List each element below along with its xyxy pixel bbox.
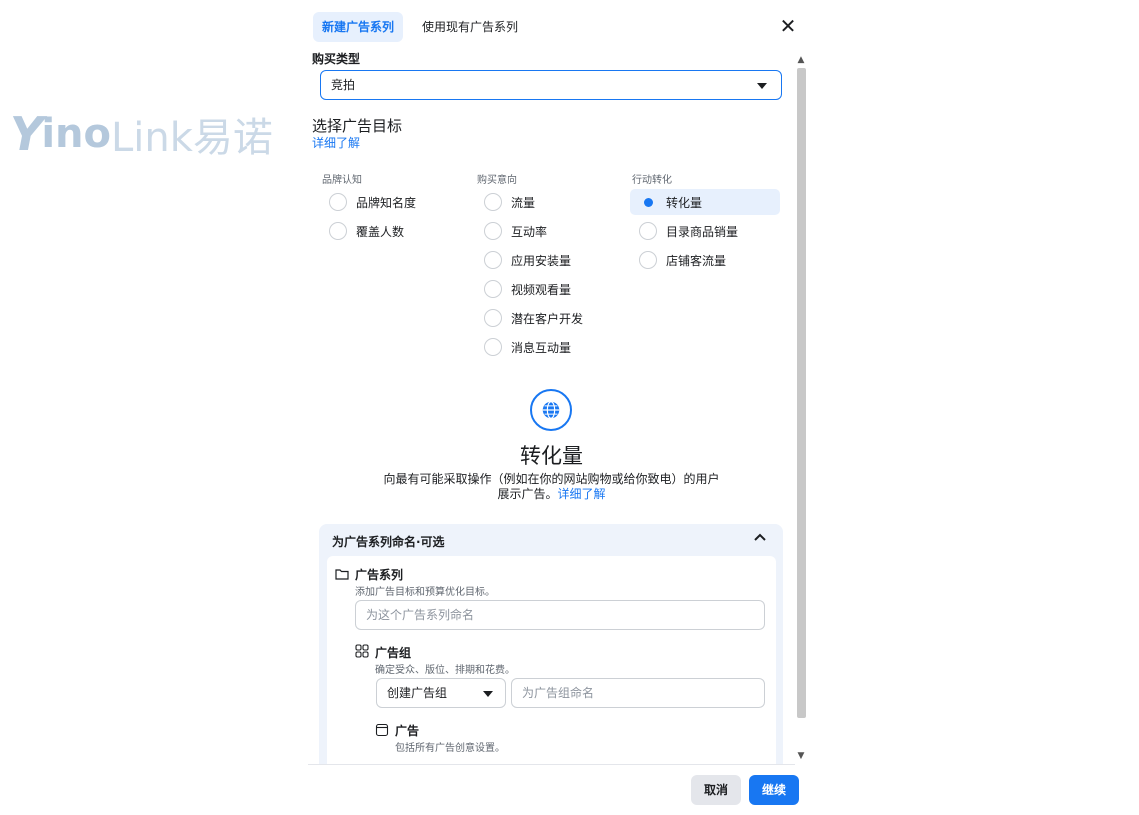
adset-row-subtitle: 确定受众、版位、排期和花费。 [375,665,515,676]
naming-card: 广告系列 添加广告目标和预算优化目标。 为这个广告系列命名 广告组 确定受众、版… [327,556,776,796]
grid-icon [355,644,369,658]
radio-selected-icon [639,193,657,211]
objective-option-video-views[interactable]: 视频观看量 [475,276,620,302]
radio-icon [329,222,347,240]
objective-option-conversions[interactable]: 转化量 [630,189,780,215]
campaign-row-subtitle: 添加广告目标和预算优化目标。 [355,587,495,598]
adset-name-input[interactable]: 为广告组命名 [511,678,765,708]
yinolink-watermark-logo: Yino Link易诺 [10,107,273,161]
ad-row-subtitle: 包括所有广告创意设置。 [395,743,505,754]
adset-mode-dropdown[interactable]: 创建广告组 [376,678,506,708]
objective-option-catalog-sales[interactable]: 目录商品销量 [630,218,780,244]
scrollbar-thumb[interactable] [797,68,806,718]
radio-icon [484,222,502,240]
naming-panel-title: 为广告系列命名·可选 [332,535,445,549]
tab-new-campaign[interactable]: 新建广告系列 [313,12,404,42]
column-header-consideration: 购买意向 [477,175,517,186]
objective-option-engagement[interactable]: 互动率 [475,218,620,244]
continue-button[interactable]: 继续 [749,775,799,805]
footer-divider [308,764,795,765]
radio-icon [484,309,502,327]
campaign-tabs: 新建广告系列 使用现有广告系列 [313,12,527,42]
adset-row-title: 广告组 [375,646,412,660]
campaign-naming-panel: 为广告系列命名·可选 广告系列 添加广告目标和预算优化目标。 为这个广告系列命名… [319,524,783,796]
create-campaign-dialog: 新建广告系列 使用现有广告系列 ✕ ▲ ▼ 购买类型 竞拍 选择广告目标 详细了… [308,0,808,815]
caret-down-icon [483,691,493,697]
objective-option-app-installs[interactable]: 应用安装量 [475,247,620,273]
objective-option-messages[interactable]: 消息互动量 [475,334,620,360]
radio-icon [639,251,657,269]
radio-icon [484,280,502,298]
radio-icon [484,251,502,269]
objective-detail-title: 转化量 [520,444,583,468]
cancel-button[interactable]: 取消 [691,775,741,805]
objective-detail-description: 向最有可能采取操作（例如在你的网站购物或给你致电）的用户 展示广告。详细了解 [383,472,720,501]
caret-down-icon [757,83,767,89]
radio-icon [639,222,657,240]
objective-option-reach[interactable]: 覆盖人数 [320,218,465,244]
ad-card-icon [375,723,389,737]
ad-row-title: 广告 [395,724,420,738]
column-header-conversion: 行动转化 [632,175,672,186]
campaign-name-input[interactable]: 为这个广告系列命名 [355,600,765,630]
objective-option-traffic[interactable]: 流量 [475,189,620,215]
radio-icon [329,193,347,211]
detail-learn-more-link[interactable]: 详细了解 [558,487,606,501]
globe-icon [530,389,572,431]
radio-icon [484,193,502,211]
tab-existing-campaign[interactable]: 使用现有广告系列 [413,12,527,42]
buy-type-label: 购买类型 [312,52,361,66]
objective-option-lead-generation[interactable]: 潜在客户开发 [475,305,620,331]
dialog-scrollbar[interactable]: ▲ ▼ [795,54,807,763]
scroll-down-arrow-icon[interactable]: ▼ [795,750,807,762]
chevron-up-icon[interactable] [752,530,768,546]
objective-title: 选择广告目标 [312,117,403,135]
objective-option-brand-awareness[interactable]: 品牌知名度 [320,189,465,215]
buy-type-select[interactable]: 竞拍 [320,70,782,100]
scroll-up-arrow-icon[interactable]: ▲ [795,54,807,66]
radio-icon [484,338,502,356]
objective-learn-more-link[interactable]: 详细了解 [312,134,360,151]
objective-option-store-traffic[interactable]: 店铺客流量 [630,247,780,273]
column-header-awareness: 品牌认知 [322,175,362,186]
close-icon[interactable]: ✕ [777,15,799,37]
buy-type-value: 竞拍 [331,78,356,92]
folder-icon [335,569,349,580]
campaign-row-title: 广告系列 [355,568,404,582]
